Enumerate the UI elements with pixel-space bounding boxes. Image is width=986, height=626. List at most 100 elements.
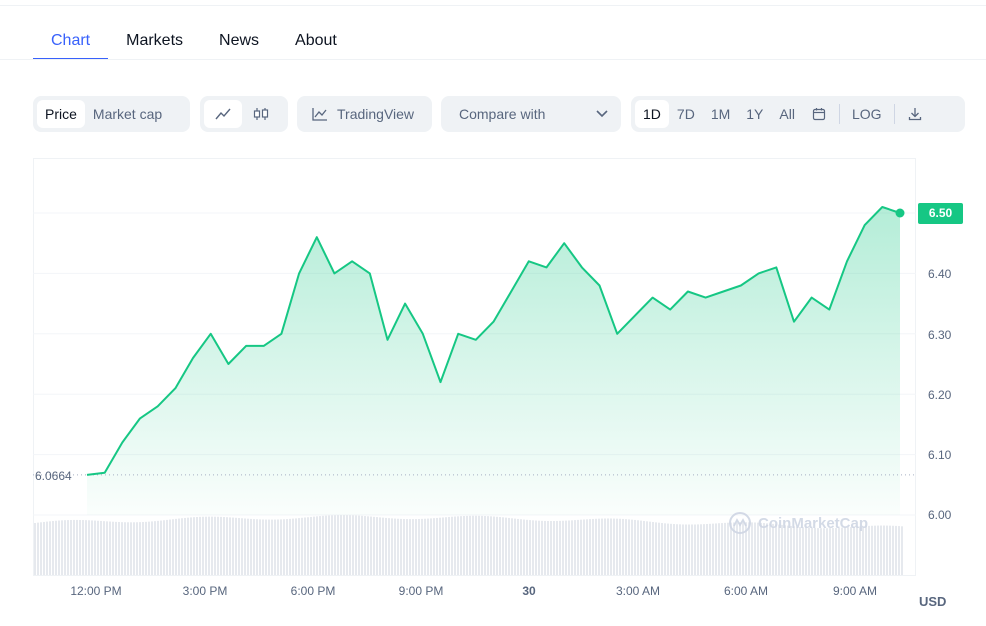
volume-bar xyxy=(229,517,231,575)
volume-bar xyxy=(373,516,375,575)
volume-bar xyxy=(454,516,456,575)
tab-about[interactable]: About xyxy=(277,20,355,60)
range-all-button[interactable]: All xyxy=(771,100,803,128)
volume-bar xyxy=(901,526,903,575)
volume-bar xyxy=(685,524,687,575)
volume-bar xyxy=(163,520,165,575)
tab-markets[interactable]: Markets xyxy=(108,20,201,60)
volume-bar xyxy=(562,520,564,575)
volume-bar xyxy=(406,519,408,575)
volume-bar xyxy=(112,521,114,575)
volume-bar xyxy=(622,518,624,575)
currency-label: USD xyxy=(919,594,947,609)
volume-bar xyxy=(139,522,141,575)
volume-bar xyxy=(673,524,675,575)
volume-bar xyxy=(142,522,144,575)
market-cap-button[interactable]: Market cap xyxy=(85,100,170,128)
y-tick-label: 6.40 xyxy=(928,267,952,281)
compare-with-label: Compare with xyxy=(459,106,546,122)
volume-bar xyxy=(601,518,603,575)
x-tick-label: 3:00 PM xyxy=(182,584,228,598)
volume-bar xyxy=(451,516,453,575)
tabs-divider xyxy=(0,59,986,60)
volume-bar xyxy=(466,515,468,575)
volume-bar xyxy=(364,516,366,575)
volume-bar xyxy=(205,516,207,575)
line-chart-button[interactable] xyxy=(204,100,242,128)
volume-bar xyxy=(310,516,312,575)
volume-bar xyxy=(445,517,447,575)
volume-bar xyxy=(898,526,900,575)
volume-bar xyxy=(661,523,663,575)
volume-bar xyxy=(718,523,720,575)
volume-bar xyxy=(433,518,435,575)
volume-bar xyxy=(658,522,660,575)
volume-bar xyxy=(712,523,714,575)
x-tick-label: 6:00 PM xyxy=(290,584,336,598)
volume-bar xyxy=(196,517,198,575)
volume-bar xyxy=(592,518,594,575)
volume-bar xyxy=(715,523,717,575)
volume-bar xyxy=(532,520,534,575)
volume-bar xyxy=(472,515,474,575)
volume-bar xyxy=(346,515,348,575)
volume-bar xyxy=(247,518,249,575)
volume-bar xyxy=(880,525,882,575)
tab-news[interactable]: News xyxy=(201,20,277,60)
volume-bar xyxy=(598,518,600,575)
range-7d-button[interactable]: 7D xyxy=(669,100,703,128)
volume-bar xyxy=(175,518,177,575)
grid-lines xyxy=(33,212,916,516)
volume-bar xyxy=(646,521,648,575)
volume-bar xyxy=(424,518,426,575)
chart-style-toggle xyxy=(200,96,288,132)
range-1y-button[interactable]: 1Y xyxy=(738,100,771,128)
volume-bar xyxy=(496,516,498,575)
volume-bar xyxy=(52,521,54,575)
volume-bar xyxy=(166,519,168,575)
volume-bar xyxy=(706,523,708,575)
volume-bar xyxy=(409,519,411,575)
tradingview-button[interactable]: TradingView xyxy=(297,96,432,132)
volume-bar xyxy=(475,515,477,575)
calendar-button[interactable] xyxy=(803,100,835,128)
price-button[interactable]: Price xyxy=(37,100,85,128)
volume-bar xyxy=(313,516,315,575)
volume-bar xyxy=(703,524,705,575)
chevron-down-icon xyxy=(596,110,608,118)
volume-bar xyxy=(268,519,270,575)
volume-bar xyxy=(124,522,126,575)
volume-bar xyxy=(118,522,120,575)
x-tick-label: 3:00 AM xyxy=(615,584,661,598)
download-button[interactable] xyxy=(899,100,931,128)
volume-bar xyxy=(94,520,96,575)
tab-chart[interactable]: Chart xyxy=(33,20,109,60)
volume-bar xyxy=(478,515,480,575)
volume-bar xyxy=(79,519,81,575)
current-price-dot xyxy=(895,208,905,218)
volume-bar xyxy=(688,524,690,575)
volume-bar xyxy=(631,519,633,575)
volume-bar xyxy=(208,516,210,575)
volume-bar xyxy=(298,518,300,575)
volume-bar xyxy=(322,515,324,575)
log-scale-button[interactable]: LOG xyxy=(844,100,890,128)
range-1d-button[interactable]: 1D xyxy=(635,100,669,128)
volume-bar xyxy=(274,519,276,575)
volume-bar xyxy=(826,528,828,575)
compare-with-dropdown[interactable]: Compare with xyxy=(441,96,621,132)
volume-bar xyxy=(172,519,174,575)
candlestick-chart-button[interactable] xyxy=(242,100,280,128)
toolbar-separator xyxy=(893,104,895,124)
volume-bar xyxy=(259,519,261,575)
x-tick-label: 6:00 AM xyxy=(723,584,769,598)
volume-bar xyxy=(220,516,222,575)
volume-bar xyxy=(202,516,204,575)
range-1m-button[interactable]: 1M xyxy=(703,100,738,128)
x-tick-label: 9:00 AM xyxy=(832,584,878,598)
current-price-badge: 6.50 xyxy=(918,203,963,224)
volume-bar xyxy=(448,516,450,575)
volume-bar xyxy=(616,518,618,575)
volume-bar xyxy=(289,518,291,575)
watermark-text: CoinMarketCap xyxy=(758,514,869,532)
